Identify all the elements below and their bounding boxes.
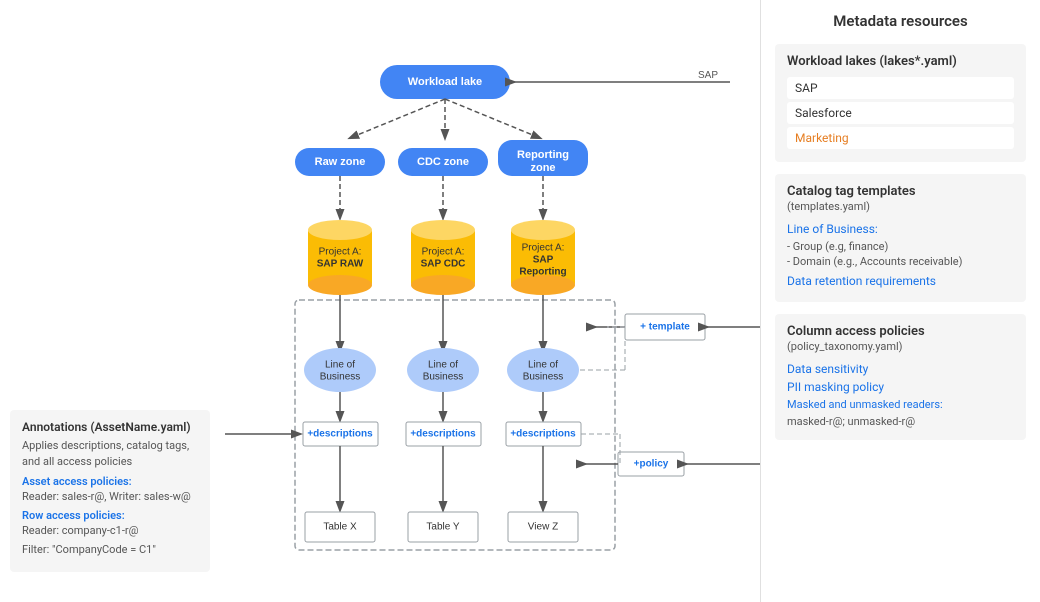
svg-text:View Z: View Z [528, 522, 558, 533]
catalog-link-lob[interactable]: Line of Business: [787, 222, 1014, 236]
svg-text:Business: Business [320, 372, 361, 383]
svg-text:Project A:: Project A: [422, 247, 465, 258]
svg-text:Business: Business [523, 372, 564, 383]
column-title: Column access policies (policy_taxonomy.… [787, 324, 1014, 354]
svg-text:Raw zone: Raw zone [315, 156, 366, 168]
svg-text:Line of: Line of [428, 360, 458, 371]
catalog-item-2: - Domain (e.g., Accounts receivable) [787, 255, 1014, 268]
svg-text:+ template: + template [640, 322, 690, 333]
svg-text:Project A:: Project A: [522, 243, 565, 254]
column-link-readers[interactable]: Masked and unmasked readers: [787, 398, 1014, 411]
svg-text:+descriptions: +descriptions [307, 429, 373, 440]
svg-text:zone: zone [530, 162, 555, 174]
svg-text:Business: Business [423, 372, 464, 383]
column-value-readers: masked-r@; unmasked-r@ [787, 415, 1014, 428]
catalog-title: Catalog tag templates (templates.yaml) [787, 184, 1014, 214]
right-panel: Metadata resources Workload lakes (lakes… [760, 0, 1040, 602]
column-link-pii[interactable]: PII masking policy [787, 380, 1014, 394]
diagram-svg: Workload lake SAP Raw zone CDC zone Repo… [0, 0, 760, 602]
svg-text:+descriptions: +descriptions [510, 429, 576, 440]
lake-item-sap: SAP [787, 77, 1014, 99]
svg-text:SAP RAW: SAP RAW [317, 259, 364, 270]
svg-text:Table Y: Table Y [426, 522, 460, 533]
svg-text:Line of: Line of [325, 360, 355, 371]
svg-text:Line of: Line of [528, 360, 558, 371]
catalog-link-retention[interactable]: Data retention requirements [787, 274, 1014, 288]
panel-title: Metadata resources [775, 12, 1026, 30]
svg-text:SAP CDC: SAP CDC [421, 259, 466, 270]
svg-text:SAP: SAP [533, 255, 554, 266]
catalog-item-1: - Group (e.g, finance) [787, 240, 1014, 253]
svg-text:Table X: Table X [323, 522, 357, 533]
svg-text:+policy: +policy [634, 459, 669, 470]
workload-title: Workload lakes (lakes*.yaml) [787, 54, 1014, 69]
svg-text:SAP: SAP [698, 70, 718, 81]
catalog-section: Catalog tag templates (templates.yaml) L… [775, 174, 1026, 302]
svg-text:+descriptions: +descriptions [410, 429, 476, 440]
column-section: Column access policies (policy_taxonomy.… [775, 314, 1026, 440]
svg-text:Workload lake: Workload lake [408, 76, 482, 88]
svg-text:Reporting: Reporting [519, 267, 566, 278]
workload-section: Workload lakes (lakes*.yaml) SAP Salesfo… [775, 44, 1026, 162]
svg-text:Reporting: Reporting [517, 149, 569, 161]
column-link-sensitivity[interactable]: Data sensitivity [787, 362, 1014, 376]
svg-text:CDC zone: CDC zone [417, 156, 469, 168]
lake-item-marketing: Marketing [787, 127, 1014, 149]
svg-text:Project A:: Project A: [319, 247, 362, 258]
lake-item-salesforce: Salesforce [787, 102, 1014, 124]
